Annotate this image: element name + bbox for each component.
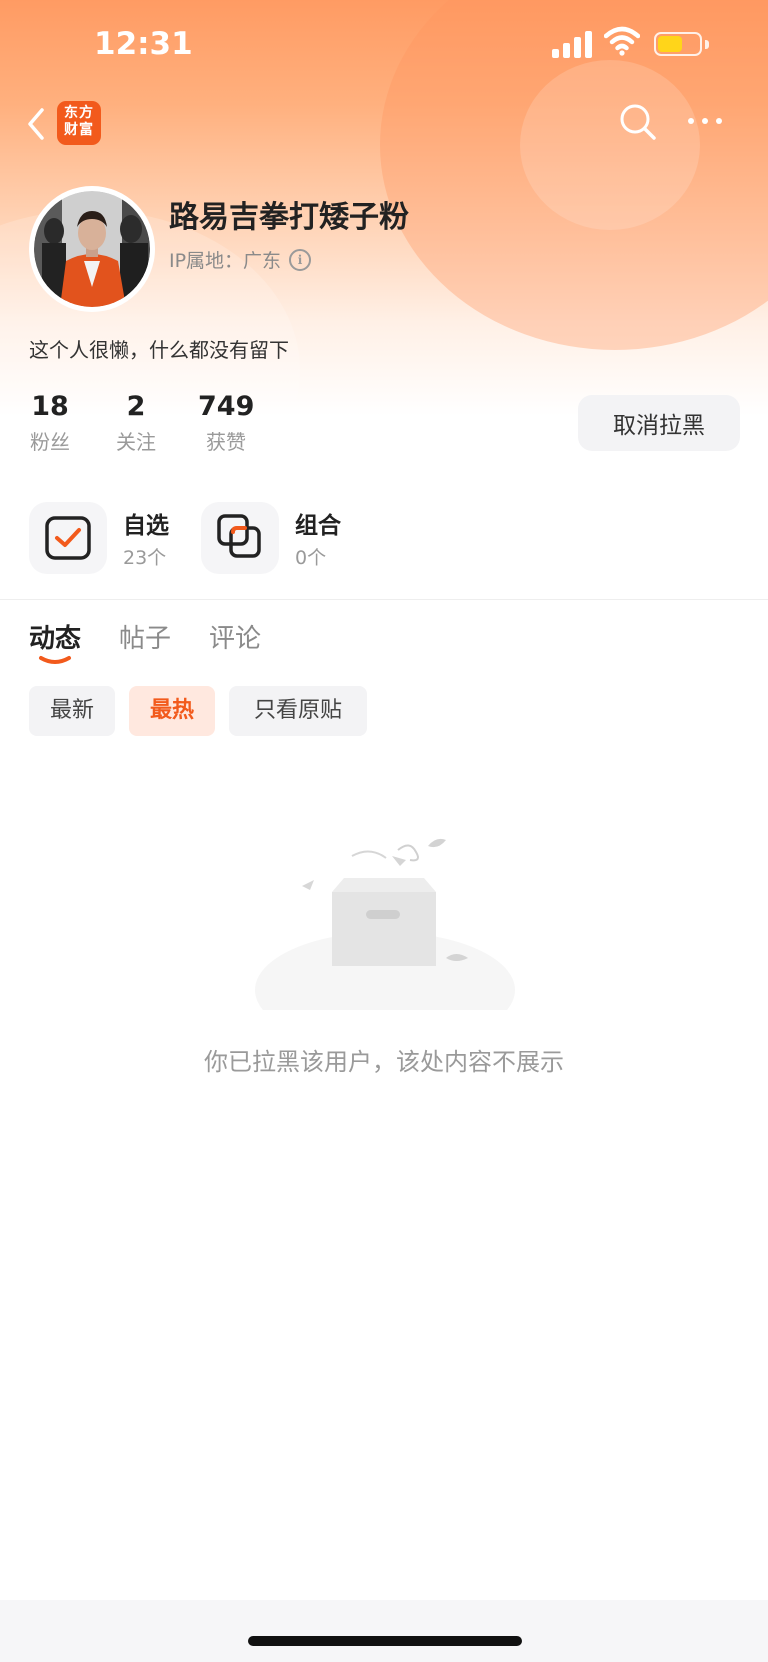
avatar[interactable] <box>29 186 155 312</box>
combo-icon <box>217 514 261 558</box>
stat-label: 获赞 <box>206 430 246 454</box>
bottom-safe-area <box>0 1600 768 1662</box>
stat-following[interactable]: 2 关注 <box>112 391 160 455</box>
filter-original-only[interactable]: 只看原贴 <box>229 686 367 736</box>
stat-value: 18 <box>31 391 69 422</box>
watchlist-tile[interactable] <box>29 502 107 574</box>
header-decoration <box>520 60 700 230</box>
logo-text-line1: 东方 <box>64 105 94 121</box>
stat-value: 749 <box>198 391 255 422</box>
more-options-icon[interactable] <box>682 106 728 136</box>
combo-label[interactable]: 组合 <box>295 506 341 540</box>
tab-comments[interactable]: 评论 <box>209 618 261 655</box>
cellular-signal-icon <box>552 30 594 58</box>
ip-location-label: IP属地：广东 <box>169 250 282 272</box>
info-icon[interactable]: i <box>289 248 312 271</box>
logo-text-line2: 财富 <box>64 122 94 138</box>
search-icon[interactable] <box>618 102 658 142</box>
bio-text: 这个人很懒，什么都没有留下 <box>29 338 289 362</box>
section-divider <box>0 599 768 600</box>
empty-box-illustration <box>255 838 515 1010</box>
app-logo[interactable]: 东方 财富 <box>57 101 101 145</box>
combo-count: 0个 <box>295 547 327 569</box>
stat-label: 关注 <box>116 430 156 454</box>
back-arrow-icon[interactable] <box>22 104 52 144</box>
watchlist-count: 23个 <box>123 547 167 569</box>
ip-location: IP属地：广东 i <box>169 246 312 273</box>
stat-label: 粉丝 <box>30 430 70 454</box>
tab-posts[interactable]: 帖子 <box>119 618 171 655</box>
status-time: 12:31 <box>94 26 193 62</box>
filter-latest[interactable]: 最新 <box>29 686 115 736</box>
filter-hottest[interactable]: 最热 <box>129 686 215 736</box>
wifi-icon <box>604 26 640 56</box>
username: 路易吉拳打矮子粉 <box>169 200 409 235</box>
home-indicator[interactable] <box>248 1636 522 1646</box>
battery-icon <box>654 32 702 56</box>
stat-value: 2 <box>126 391 146 422</box>
active-tab-indicator <box>39 656 71 664</box>
watchlist-label[interactable]: 自选 <box>123 506 169 540</box>
unblock-button[interactable]: 取消拉黑 <box>578 395 740 451</box>
empty-state-message: 你已拉黑该用户，该处内容不展示 <box>204 1048 564 1076</box>
stat-followers[interactable]: 18 粉丝 <box>28 391 72 455</box>
stat-likes[interactable]: 749 获赞 <box>198 391 254 455</box>
battery-tip <box>705 40 709 49</box>
watchlist-icon <box>45 516 91 560</box>
avatar-image <box>34 191 150 307</box>
portfolio-combo-tile[interactable] <box>201 502 279 574</box>
tab-activity[interactable]: 动态 <box>29 618 81 655</box>
